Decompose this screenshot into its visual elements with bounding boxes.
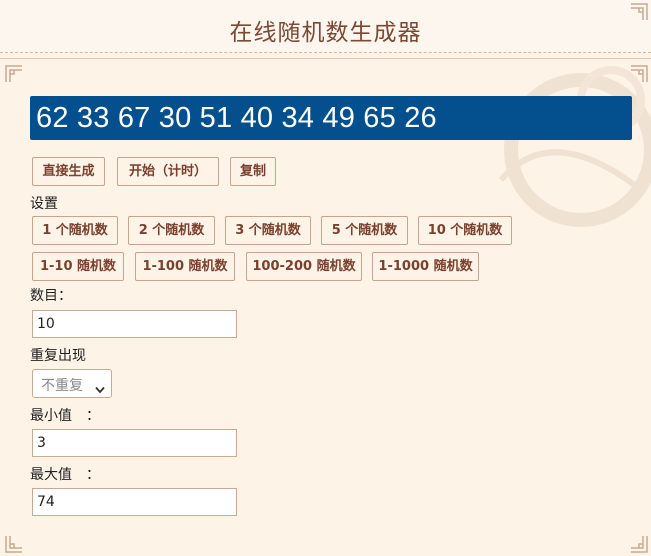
result-display: 62 33 67 30 51 40 34 49 65 26 [30, 96, 632, 140]
min-input[interactable] [32, 429, 237, 457]
repeat-label: 重复出现 [30, 348, 86, 364]
preset-range-1-10-button[interactable]: 1-10 随机数 [32, 252, 124, 281]
preset-count-1-button[interactable]: 1 个随机数 [32, 216, 118, 245]
repeat-select[interactable]: 不重复 [32, 369, 112, 398]
background-decoration [461, 60, 651, 240]
repeat-select-value: 不重复 [41, 378, 83, 394]
count-label: 数目： [30, 288, 72, 304]
page-header: 在线随机数生成器 [0, 0, 651, 53]
generate-button[interactable]: 直接生成 [32, 157, 105, 186]
max-input[interactable] [32, 488, 237, 516]
preset-count-3-button[interactable]: 3 个随机数 [225, 216, 311, 245]
preset-range-1-1000-button[interactable]: 1-1000 随机数 [372, 252, 479, 281]
start-timer-button[interactable]: 开始（计时） [117, 157, 219, 186]
preset-count-10-button[interactable]: 10 个随机数 [418, 216, 512, 245]
copy-button[interactable]: 复制 [230, 157, 276, 186]
ornament-corner-icon [4, 64, 24, 84]
chevron-down-icon [95, 379, 105, 398]
preset-range-100-200-button[interactable]: 100-200 随机数 [246, 252, 362, 281]
preset-count-5-button[interactable]: 5 个随机数 [321, 216, 408, 245]
preset-count-2-button[interactable]: 2 个随机数 [128, 216, 215, 245]
settings-label: 设置 [30, 196, 58, 212]
page-title: 在线随机数生成器 [229, 20, 422, 46]
header-divider [0, 58, 651, 59]
ornament-corner-icon [629, 534, 649, 554]
min-label: 最小值 ： [30, 408, 100, 424]
preset-range-1-100-button[interactable]: 1-100 随机数 [135, 252, 235, 281]
max-label: 最大值 ： [30, 467, 100, 483]
ornament-corner-icon [4, 534, 24, 554]
ornament-corner-icon [629, 2, 649, 22]
count-input[interactable] [32, 310, 237, 338]
